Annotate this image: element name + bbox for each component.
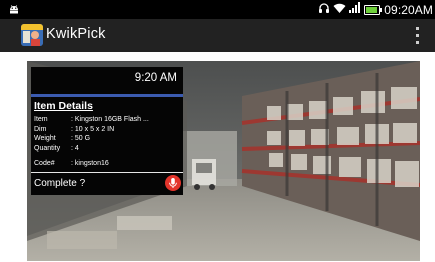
- card-accent-bar: [31, 94, 183, 97]
- field-label: Code#: [34, 160, 55, 167]
- card-time: 9:20 AM: [134, 72, 177, 84]
- battery-icon: [364, 5, 383, 15]
- field-code: Code# : kingston16: [34, 160, 109, 167]
- status-time: 09:20AM: [384, 2, 433, 17]
- card-heading: Item Details: [34, 100, 93, 112]
- complete-prompt: Complete ?: [34, 178, 86, 189]
- item-details-card[interactable]: 9:20 AM Item Details Item : Kingston 16G…: [31, 67, 183, 195]
- field-value: : 4: [71, 144, 79, 152]
- field-dim: Dim : 10 x 5 x 2 IN: [34, 125, 149, 135]
- field-label: Item: [34, 116, 48, 123]
- field-item: Item : Kingston 16GB Flash ...: [34, 115, 149, 125]
- wifi-icon: [333, 1, 346, 19]
- field-weight: Weight : 50 G: [34, 134, 149, 144]
- app-title: KwikPick: [46, 26, 106, 42]
- field-value: : 50 G: [71, 135, 91, 142]
- field-quantity: Quantity : 4: [34, 144, 149, 154]
- app-logo-icon: [21, 24, 43, 46]
- status-bar: 09:20AM: [0, 0, 435, 19]
- field-value: : 10 x 5 x 2 IN: [71, 125, 115, 133]
- signal-icon: [349, 1, 361, 19]
- field-value: : Kingston 16GB Flash ...: [71, 116, 149, 123]
- microphone-icon: [169, 178, 177, 188]
- field-value: : kingston16: [71, 160, 109, 167]
- android-icon: [8, 2, 20, 20]
- item-fields: Item : Kingston 16GB Flash ... Dim : 10 …: [34, 115, 149, 153]
- microphone-button[interactable]: [165, 175, 181, 191]
- field-label: Weight: [34, 135, 56, 142]
- field-label: Dim: [34, 125, 47, 133]
- more-vert-icon[interactable]: [416, 27, 420, 44]
- field-label: Quantity: [34, 144, 61, 152]
- headset-icon: [318, 1, 330, 19]
- card-divider: [31, 172, 183, 173]
- action-bar: KwikPick: [0, 19, 435, 52]
